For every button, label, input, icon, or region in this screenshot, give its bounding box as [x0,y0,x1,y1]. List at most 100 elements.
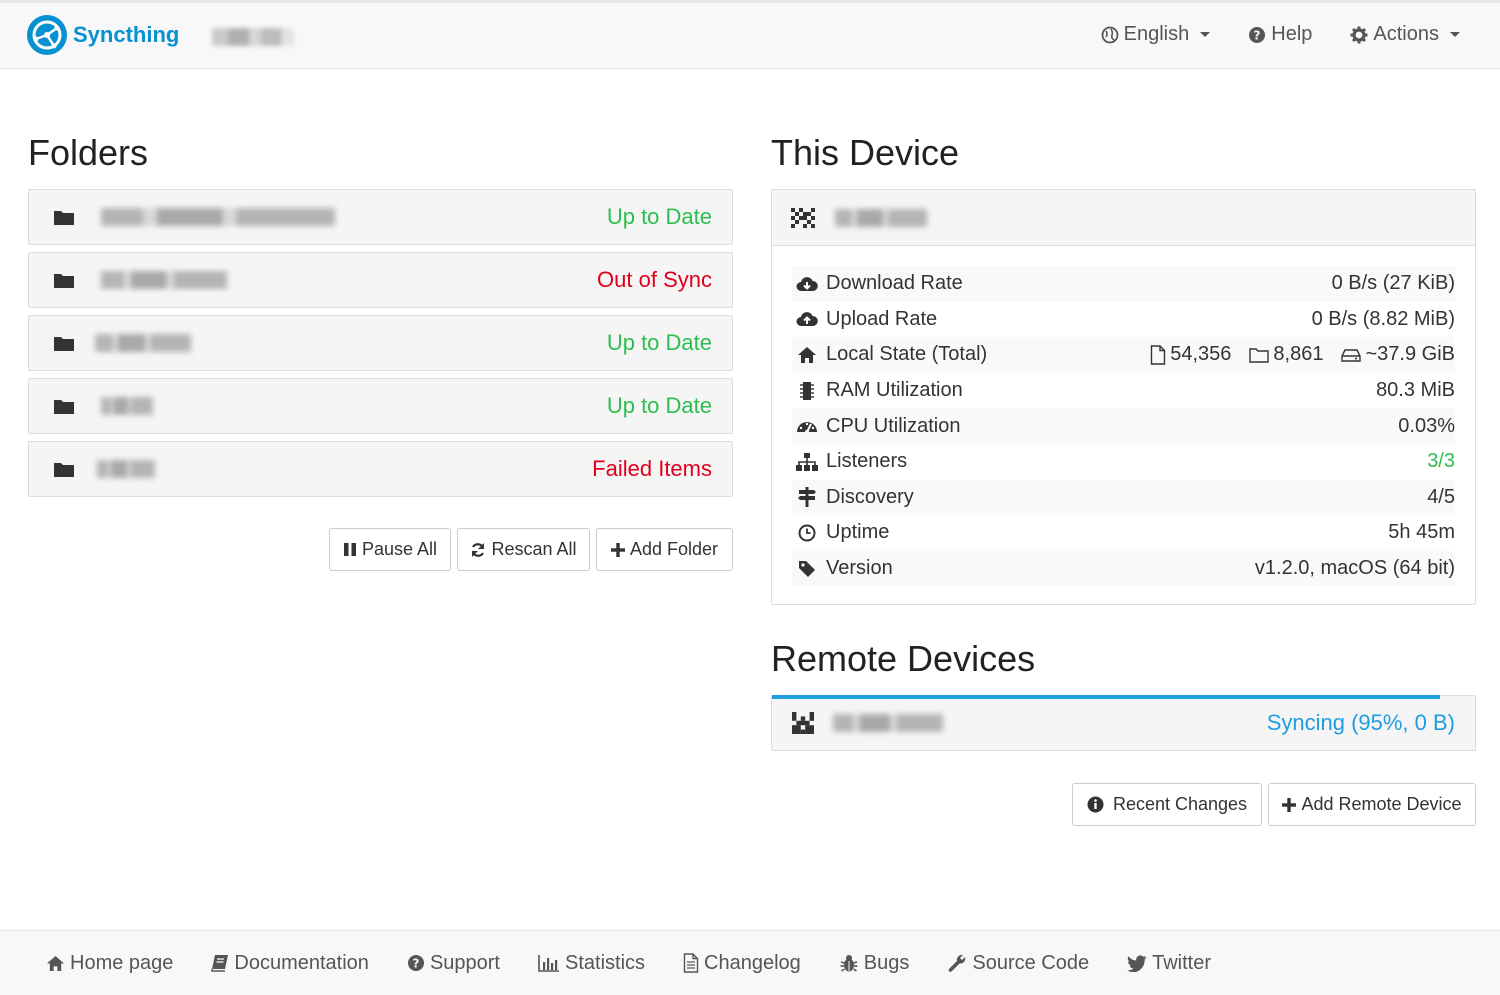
stat-label: RAM Utilization [826,379,963,402]
actions-menu[interactable]: Actions [1350,23,1460,46]
sitemap-icon [796,452,818,471]
home-icon [47,955,64,971]
globe-icon [1101,26,1119,43]
stat-value: 0 B/s (27 KiB) [1331,272,1455,295]
sync-progress-bar [772,695,1440,699]
svg-text:?: ? [1254,28,1261,42]
stat-value: 80.3 MiB [1376,379,1455,402]
this-device-header[interactable] [772,190,1475,246]
signpost-icon [798,487,816,508]
language-menu-label: English [1123,23,1190,45]
folder-name-redacted [101,208,335,226]
folder-status: Up to Date [606,330,712,355]
folder-status: Out of Sync [597,267,712,292]
cloud-download-icon [796,276,818,291]
stat-value[interactable]: 4/5 [1427,486,1455,509]
recent-changes-button[interactable]: Recent Changes [1072,783,1262,826]
folder-row[interactable]: Up to Date [28,315,733,371]
caret-down-icon [1450,32,1460,37]
add-folder-button[interactable]: Add Folder [596,528,733,571]
device-identicon [792,712,814,734]
remote-devices-heading: Remote Devices [771,638,1036,679]
device-name-redacted [835,208,927,227]
syncthing-logo-icon [27,15,67,55]
stat-label: Listeners [826,450,908,473]
wrench-icon [949,954,966,972]
recent-changes-label: Recent Changes [1112,794,1248,814]
add-remote-device-button[interactable]: Add Remote Device [1268,783,1476,826]
stat-label: Upload Rate [826,307,938,330]
folder-row[interactable]: Up to Date [28,189,733,245]
this-device-heading: This Device [771,132,960,173]
footer-link-label: Statistics [565,951,646,974]
footer-statistics-link[interactable]: Statistics [538,952,645,975]
svg-text:?: ? [412,957,419,971]
brand-name: Syncthing [73,22,180,47]
tag-icon [799,560,815,577]
folder-status: Failed Items [592,456,712,481]
footer-links: Home page Documentation ? Support Statis… [0,930,1500,995]
stat-label: Discovery [826,485,914,508]
refresh-icon [472,542,485,557]
add-remote-device-label: Add Remote Device [1301,794,1462,814]
plus-icon [1282,797,1297,812]
caret-down-icon [1200,32,1211,37]
local-files-count: 54,356 [1170,343,1232,366]
language-menu[interactable]: English [1101,23,1211,46]
footer-source-code-link[interactable]: Source Code [947,952,1089,975]
stat-value: 0 B/s (8.82 MiB) [1311,307,1455,330]
folder-icon [54,337,74,351]
stat-value: 0.03% [1398,414,1455,437]
plus-icon [610,542,625,557]
brand-link[interactable]: Syncthing [27,14,179,56]
help-menu[interactable]: ? Help [1248,23,1312,46]
folder-row[interactable]: Failed Items [28,441,733,497]
footer-bugs-link[interactable]: Bugs [839,952,909,975]
remote-device-row[interactable]: Syncing (95%, 0 B) [771,695,1476,751]
stat-version: Version v1.2.0, macOS (64 bit) [792,550,1455,587]
device-name-redacted [212,28,294,46]
device-stats-table: Download Rate 0 B/s (27 KiB) Upload Rate… [792,266,1455,587]
footer-support-link[interactable]: ? Support [407,952,500,975]
stat-uptime: Uptime 5h 45m [792,515,1455,551]
pause-all-button[interactable]: Pause All [329,528,451,571]
stat-label: Local State (Total) [826,343,988,366]
rescan-all-button[interactable]: Rescan All [457,528,590,571]
file-text-icon [683,953,699,973]
stat-label: Download Rate [826,272,963,295]
footer-link-label: Support [429,951,500,974]
this-device-panel: Download Rate 0 B/s (27 KiB) Upload Rate… [771,189,1476,605]
stat-label: Uptime [826,521,890,544]
footer-link-label: Home page [70,951,174,974]
folder-icon [54,463,74,477]
stat-discovery: Discovery 4/5 [792,479,1455,516]
stat-value: v1.2.0, macOS (64 bit) [1254,557,1455,580]
folder-row[interactable]: Up to Date [28,378,733,434]
actions-menu-label: Actions [1373,23,1439,45]
info-circle-icon [1087,796,1104,813]
stat-label: CPU Utilization [826,414,961,437]
stat-upload-rate: Upload Rate 0 B/s (8.82 MiB) [792,302,1455,338]
folder-name-redacted [101,397,153,415]
footer-home-link[interactable]: Home page [46,952,173,975]
question-circle-icon: ? [407,955,424,971]
stat-cpu: CPU Utilization 0.03% [792,408,1455,444]
folder-status: Up to Date [606,204,712,229]
hdd-icon [1341,349,1362,362]
gear-icon [1350,26,1368,43]
stat-value[interactable]: 3/3 [1427,450,1455,473]
help-menu-label: Help [1271,23,1313,45]
footer-changelog-link[interactable]: Changelog [683,952,801,975]
folder-row[interactable]: Out of Sync [28,252,733,308]
footer-twitter-link[interactable]: Twitter [1127,952,1211,975]
local-size: ~37.9 GiB [1365,343,1455,366]
cloud-upload-icon [796,312,818,327]
book-icon [211,955,229,972]
folders-heading: Folders [28,132,149,173]
home-icon [798,346,816,363]
footer-documentation-link[interactable]: Documentation [211,952,369,975]
remote-device-name-redacted [833,714,943,732]
folder-icon [54,211,74,225]
stat-value: 5h 45m [1388,521,1455,544]
folder-name-redacted [95,334,191,352]
